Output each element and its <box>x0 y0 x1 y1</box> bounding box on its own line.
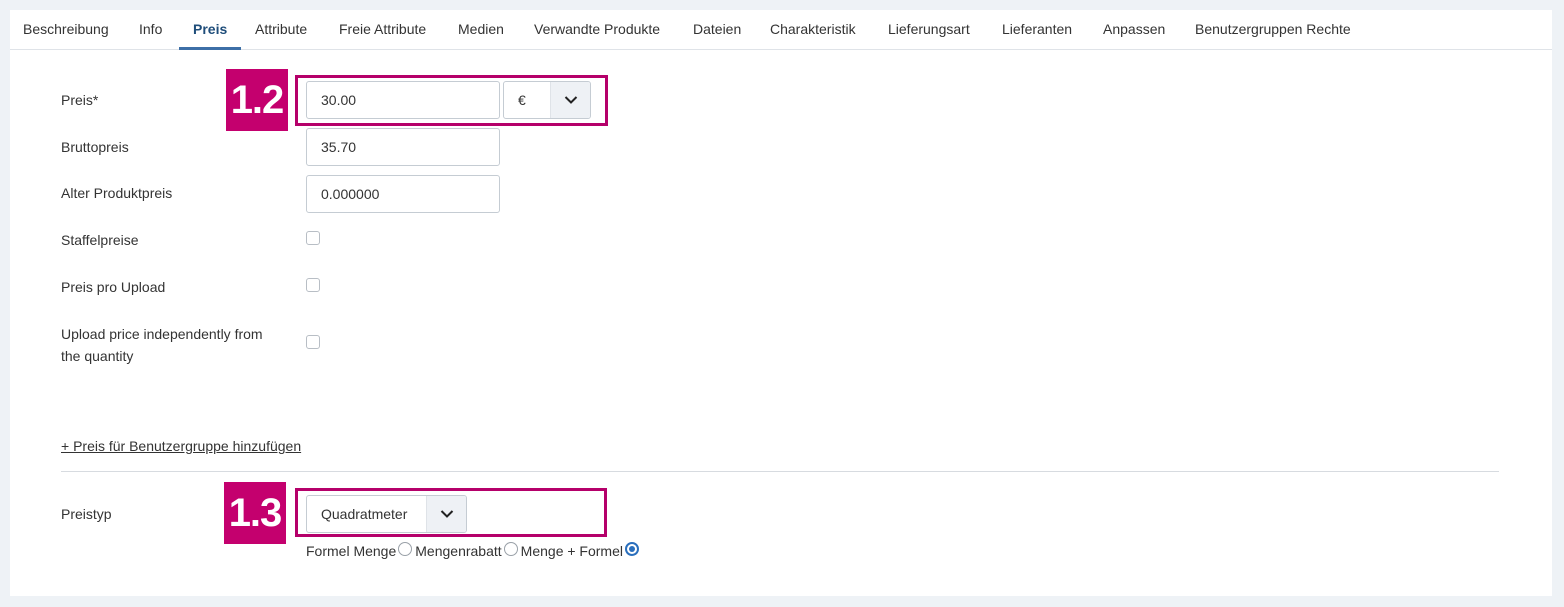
radio-mengenrabatt[interactable] <box>503 542 518 556</box>
upload-independent-label-line2: the quantity <box>61 348 134 364</box>
add-group-price-link[interactable]: + Preis für Benutzergruppe hinzufügen <box>61 438 301 454</box>
upload-price-label: Preis pro Upload <box>61 279 166 295</box>
annotation-badge-1-3: 1.3 <box>224 482 286 544</box>
tab-attribute[interactable]: Attribute <box>255 10 307 50</box>
upload-price-checkbox[interactable] <box>306 278 320 292</box>
tab-medien[interactable]: Medien <box>458 10 504 50</box>
tab-beschreibung[interactable]: Beschreibung <box>23 10 109 50</box>
price-input[interactable] <box>306 81 500 119</box>
radio-menge-formel[interactable] <box>625 542 639 556</box>
tab-verwandte-produkte[interactable]: Verwandte Produkte <box>534 10 660 50</box>
annotation-badge-1-2: 1.2 <box>226 69 288 131</box>
upload-independent-label-line1: Upload price independently from <box>61 326 263 342</box>
chevron-down-icon <box>550 82 590 118</box>
radio-label-menge-formel: Menge + Formel <box>520 543 623 559</box>
tab-info[interactable]: Info <box>139 10 162 50</box>
tab-charakteristik[interactable]: Charakteristik <box>770 10 856 50</box>
currency-select-value: € <box>518 92 526 108</box>
price-type-select[interactable]: Quadratmeter <box>306 495 467 533</box>
tab-lieferanten[interactable]: Lieferanten <box>1002 10 1072 50</box>
chevron-down-icon <box>426 496 466 532</box>
tab-anpassen[interactable]: Anpassen <box>1103 10 1165 50</box>
divider <box>61 471 1499 472</box>
content-panel: Beschreibung Info Preis Attribute Freie … <box>10 10 1552 596</box>
tab-preis[interactable]: Preis <box>179 10 242 50</box>
old-price-label: Alter Produktpreis <box>61 185 173 201</box>
gross-price-label: Bruttopreis <box>61 139 129 155</box>
gross-price-input[interactable] <box>306 128 500 166</box>
price-type-select-value: Quadratmeter <box>321 506 408 522</box>
tiered-prices-label: Staffelpreise <box>61 232 139 248</box>
radio-label-mengenrabatt: Mengenrabatt <box>415 543 502 559</box>
price-label: Preis* <box>61 92 99 108</box>
price-type-label: Preistyp <box>61 506 112 522</box>
radio-label-formel-menge: Formel Menge <box>306 543 397 559</box>
tab-dateien[interactable]: Dateien <box>693 10 741 50</box>
tab-freie-attribute[interactable]: Freie Attribute <box>339 10 426 50</box>
tab-bar: Beschreibung Info Preis Attribute Freie … <box>10 10 1552 50</box>
price-formula-radio-group: Formel Menge Mengenrabatt Menge + Formel <box>306 542 642 559</box>
radio-formel-menge[interactable] <box>398 542 413 556</box>
currency-select[interactable]: € <box>503 81 591 119</box>
upload-independent-checkbox[interactable] <box>306 335 320 349</box>
tab-lieferungsart[interactable]: Lieferungsart <box>888 10 970 50</box>
tab-benutzergruppen-rechte[interactable]: Benutzergruppen Rechte <box>1195 10 1351 50</box>
old-price-input[interactable] <box>306 175 500 213</box>
tiered-prices-checkbox[interactable] <box>306 231 320 245</box>
